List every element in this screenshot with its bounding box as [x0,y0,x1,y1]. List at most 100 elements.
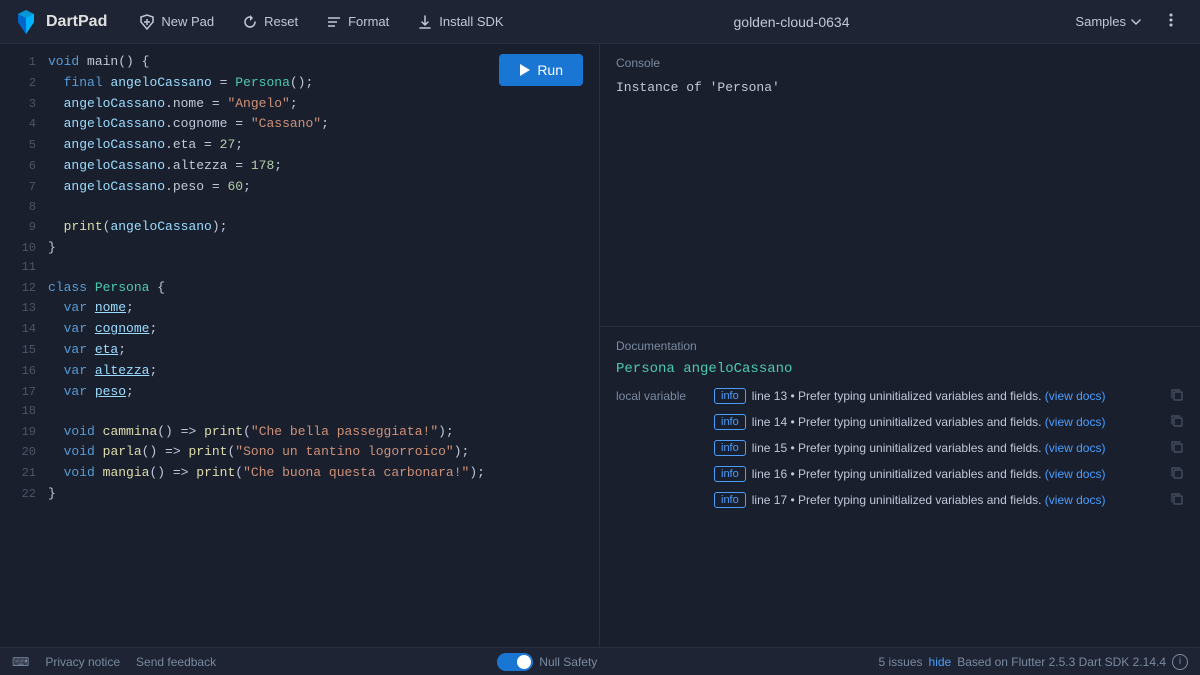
code-line: 12class Persona { [0,278,599,299]
line-number: 21 [8,464,36,483]
code-content: var altezza; [48,361,157,382]
format-button[interactable]: Format [314,8,401,36]
line-number: 6 [8,157,36,176]
code-content: angeloCassano.altezza = 178; [48,156,282,177]
run-button[interactable]: Run [499,54,583,86]
keyboard-icon: ⌨ [12,655,29,669]
code-line: 11 [0,258,599,277]
docs-item: info line 16 • Prefer typing uninitializ… [714,465,1184,485]
copy-icon[interactable] [1170,466,1184,485]
play-icon [519,63,531,77]
view-docs-link[interactable]: (view docs) [1045,441,1106,455]
code-line: 18 [0,402,599,421]
view-docs-link[interactable]: (view docs) [1045,493,1106,507]
view-docs-link[interactable]: (view docs) [1045,415,1106,429]
line-number: 4 [8,115,36,134]
null-safety-toggle[interactable] [497,653,533,671]
code-content: angeloCassano.cognome = "Cassano"; [48,114,329,135]
info-badge: info [714,492,746,508]
code-line: 17 var peso; [0,382,599,403]
new-pad-label: New Pad [161,14,214,29]
samples-button[interactable]: Samples [1063,8,1154,35]
docs-item-text: line 17 • Prefer typing uninitialized va… [752,491,1164,509]
header: DartPad New Pad Reset Format Install SD [0,0,1200,44]
line-number: 13 [8,299,36,318]
code-content: void main() { [48,52,149,73]
code-content: } [48,238,56,259]
code-line: 20 void parla() => print("Sono un tantin… [0,442,599,463]
null-safety-toggle-container: Null Safety [497,653,597,671]
info-badge: info [714,466,746,482]
copy-icon[interactable] [1170,388,1184,407]
reset-button[interactable]: Reset [230,8,310,36]
code-line: 15 var eta; [0,340,599,361]
console-label: Console [616,56,1184,70]
line-number: 19 [8,423,36,442]
code-content: var eta; [48,340,126,361]
code-content: void parla() => print("Sono un tantino l… [48,442,469,463]
editor-panel: Run 1void main() {2 final angeloCassano … [0,44,600,647]
line-number: 15 [8,341,36,360]
code-line: 8 [0,198,599,217]
code-line: 13 var nome; [0,298,599,319]
docs-row: local variable info line 13 • Prefer typ… [616,387,1184,517]
line-number: 7 [8,178,36,197]
docs-type-label: local variable [616,387,706,403]
line-number: 17 [8,383,36,402]
main-content: Run 1void main() {2 final angeloCassano … [0,44,1200,647]
code-line: 6 angeloCassano.altezza = 178; [0,156,599,177]
logo: DartPad [12,8,107,36]
samples-label: Samples [1075,14,1126,29]
code-content: angeloCassano.nome = "Angelo"; [48,94,298,115]
logo-text: DartPad [46,13,107,31]
line-number: 16 [8,362,36,381]
feedback-link[interactable]: Send feedback [136,655,216,669]
code-line: 7 angeloCassano.peso = 60; [0,177,599,198]
line-number: 22 [8,485,36,504]
line-number: 10 [8,239,36,258]
toggle-knob [517,655,531,669]
privacy-link[interactable]: Privacy notice [45,655,120,669]
code-content: var nome; [48,298,134,319]
install-sdk-button[interactable]: Install SDK [405,8,515,36]
copy-icon[interactable] [1170,414,1184,433]
code-line: 19 void cammina() => print("Che bella pa… [0,422,599,443]
line-number: 12 [8,279,36,298]
line-number: 9 [8,218,36,237]
code-line: 21 void mangia() => print("Che buona que… [0,463,599,484]
hide-link[interactable]: hide [929,655,952,669]
right-panel: Console Instance of 'Persona' Documentat… [600,44,1200,647]
copy-icon[interactable] [1170,492,1184,511]
code-content: void mangia() => print("Che buona questa… [48,463,485,484]
code-editor[interactable]: 1void main() {2 final angeloCassano = Pe… [0,44,599,647]
install-sdk-icon [417,14,433,30]
line-number: 3 [8,95,36,114]
info-circle-icon[interactable]: i [1172,654,1188,670]
more-button[interactable] [1154,5,1188,38]
line-number: 8 [8,198,36,217]
code-content: print(angeloCassano); [48,217,227,238]
reset-icon [242,14,258,30]
line-number: 11 [8,258,36,277]
sdk-label: Based on Flutter 2.5.3 Dart SDK 2.14.4 [957,655,1166,669]
docs-item-text: line 14 • Prefer typing uninitialized va… [752,413,1164,431]
code-content: } [48,484,56,505]
code-line: 9 print(angeloCassano); [0,217,599,238]
info-badge: info [714,440,746,456]
docs-items: info line 13 • Prefer typing uninitializ… [714,387,1184,517]
copy-icon[interactable] [1170,440,1184,459]
docs-label: Documentation [616,339,1184,353]
more-icon [1162,11,1180,29]
run-label: Run [537,62,563,78]
new-pad-icon [139,14,155,30]
code-content: var peso; [48,382,134,403]
docs-item: info line 13 • Prefer typing uninitializ… [714,387,1184,407]
info-badge: info [714,388,746,404]
line-number: 5 [8,136,36,155]
view-docs-link[interactable]: (view docs) [1045,467,1106,481]
view-docs-link[interactable]: (view docs) [1045,389,1106,403]
console-output: Instance of 'Persona' [616,80,1184,95]
new-pad-button[interactable]: New Pad [127,8,226,36]
line-number: 20 [8,443,36,462]
code-line: 5 angeloCassano.eta = 27; [0,135,599,156]
